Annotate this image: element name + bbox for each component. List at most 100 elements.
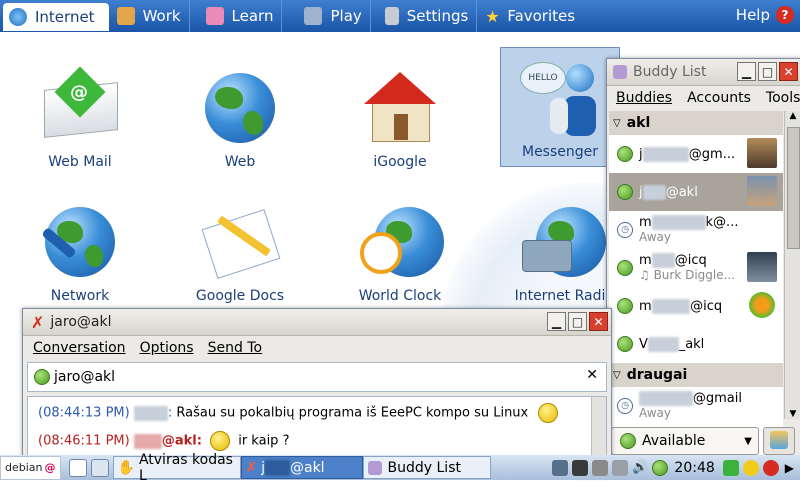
start-label: debian: [5, 461, 43, 474]
menu-buddies[interactable]: Buddies: [616, 90, 672, 106]
buddy-name: @icq: [674, 253, 707, 268]
status-selector[interactable]: Available ▼: [611, 427, 759, 455]
redacted-sender: xx: [133, 405, 168, 421]
star-icon: ★: [485, 7, 500, 26]
app-google-docs[interactable]: Google Docs: [170, 202, 310, 304]
battery-icon[interactable]: [572, 459, 589, 476]
window-title: jaro@akl: [50, 314, 112, 330]
tab-learn[interactable]: Learn: [190, 0, 283, 32]
buddy-tree: ▽ akl jxxxxxx@gm... jxxx@akl ◷ mxxxxxxxk…: [609, 111, 783, 456]
buddy-prefix: m: [639, 298, 652, 314]
window-title: Buddy List: [633, 64, 707, 80]
conversation-tab[interactable]: jaro@akl ✕: [27, 362, 607, 392]
buddy-scrollbar[interactable]: ▲ ▼: [784, 111, 800, 419]
group-header[interactable]: ▽ draugai: [609, 363, 783, 387]
app-web-mail[interactable]: @ Web Mail: [10, 66, 150, 170]
app-web[interactable]: Web: [170, 68, 310, 170]
buddy-item-selected[interactable]: jxxx@akl: [609, 173, 783, 211]
menu-send-to[interactable]: Send To: [208, 340, 262, 356]
maximize-button[interactable]: □: [758, 62, 777, 81]
tab-label: Internet: [35, 8, 95, 26]
storage-icon[interactable]: [592, 459, 609, 476]
app-network[interactable]: Network: [10, 202, 150, 304]
group-header[interactable]: ▽ akl: [609, 111, 783, 135]
message-scrollbar[interactable]: [591, 397, 606, 455]
tab-internet[interactable]: Internet: [3, 3, 109, 31]
conversation-titlebar[interactable]: ✗ jaro@akl ▁ □ ✕: [23, 309, 611, 336]
app-label: Messenger: [521, 144, 599, 160]
pidgin-icon: [613, 65, 627, 79]
tab-settings[interactable]: Settings: [371, 0, 478, 32]
taskbar-item-conversation[interactable]: ✗ jxxx@akl: [240, 456, 363, 479]
grid-icon[interactable]: [722, 459, 739, 476]
tab-work[interactable]: Work: [109, 0, 190, 32]
home-icon[interactable]: [68, 458, 87, 477]
taskbar-label: Atviras kodas L: [138, 451, 233, 484]
document-pencil-icon: [200, 202, 281, 282]
redacted-text: xxxxxx: [642, 146, 689, 162]
message-time: (08:44:13 PM): [38, 405, 130, 421]
taskbar: debian @ ✋ Atviras kodas L ✗ jxxx@akl Bu…: [0, 452, 800, 484]
taskbar-item-browser[interactable]: ✋ Atviras kodas L: [112, 452, 241, 484]
app-world-clock[interactable]: World Clock: [330, 202, 470, 304]
buddy-menubar: Buddies Accounts Tools: [607, 86, 800, 110]
buddy-item[interactable]: ◷ xxxxxxx@gmail Away: [609, 387, 783, 425]
buddy-list-titlebar[interactable]: Buddy List ▁ □ ✕: [607, 59, 800, 86]
app-igoogle[interactable]: iGoogle: [330, 68, 470, 170]
buddy-icon-button[interactable]: [763, 427, 795, 455]
windows-icon[interactable]: [90, 458, 109, 477]
power-icon[interactable]: [762, 459, 779, 476]
radio-icon: [520, 202, 606, 282]
message-history[interactable]: (08:44:13 PM) xx: Rašau su pokalbių prog…: [27, 396, 607, 456]
available-icon: [617, 184, 633, 200]
globe-icon: [9, 8, 27, 26]
book-icon: [205, 7, 224, 25]
buddy-item[interactable]: mxxx@icq♫ Burk Diggle...: [609, 249, 783, 287]
tab-play[interactable]: Play: [282, 0, 371, 32]
available-icon: [617, 298, 633, 314]
keyboard-icon[interactable]: [612, 459, 629, 476]
volume-icon[interactable]: 🔊: [632, 460, 648, 476]
conversation-window: ✗ jaro@akl ▁ □ ✕ Conversation Options Se…: [22, 308, 612, 460]
buddy-item[interactable]: jxxxxxx@gm...: [609, 135, 783, 173]
start-button[interactable]: debian @: [0, 455, 61, 480]
avatar: [747, 138, 777, 168]
buddy-item[interactable]: Vxxxx_akl: [609, 325, 783, 363]
close-tab-icon[interactable]: ✕: [586, 367, 598, 383]
minimize-button[interactable]: ▁: [547, 312, 566, 331]
pidgin-icon: [367, 460, 382, 475]
tab-label: Learn: [231, 7, 274, 25]
buddy-item[interactable]: mxxxxx@icq: [609, 287, 783, 325]
house-icon: [360, 68, 440, 148]
tab-favorites[interactable]: ★ Favorites: [477, 0, 583, 32]
buddy-name: k@...: [705, 215, 739, 230]
menu-accounts[interactable]: Accounts: [687, 90, 751, 106]
app-messenger[interactable]: HELLO Messenger: [500, 47, 620, 167]
buddy-item[interactable]: ◷ mxxxxxxxk@... Away: [609, 211, 783, 249]
pidgin-x-icon: ✗: [245, 459, 258, 476]
close-button[interactable]: ✕: [779, 62, 798, 81]
globe-icon: [200, 68, 280, 148]
arrow-right-icon[interactable]: ▶: [785, 461, 794, 475]
pidgin-status-icon[interactable]: [652, 459, 669, 476]
icq-flower-icon: [747, 290, 777, 320]
help-button[interactable]: Help ?: [736, 6, 794, 24]
menu-tools[interactable]: Tools: [766, 90, 800, 106]
buddy-prefix: V: [639, 336, 648, 352]
menu-options[interactable]: Options: [140, 340, 194, 356]
message-time: (08:46:11 PM): [38, 433, 130, 449]
debian-swirl-icon: @: [44, 461, 56, 474]
maximize-button[interactable]: □: [568, 312, 587, 331]
close-button[interactable]: ✕: [589, 312, 608, 331]
taskbar-item-buddy-list[interactable]: Buddy List: [362, 456, 491, 479]
network-icon[interactable]: [552, 459, 569, 476]
minimize-button[interactable]: ▁: [737, 62, 756, 81]
away-clock-icon: ◷: [617, 222, 633, 238]
menu-conversation[interactable]: Conversation: [33, 340, 126, 356]
clock: 20:48: [674, 459, 715, 476]
group-name: draugai: [626, 367, 688, 383]
buddy-status-text: Away: [639, 230, 671, 244]
smiley-icon[interactable]: [742, 459, 759, 476]
tab-label: Work: [142, 7, 181, 25]
chat-message: (08:44:13 PM) xx: Rašau su pokalbių prog…: [38, 403, 559, 423]
